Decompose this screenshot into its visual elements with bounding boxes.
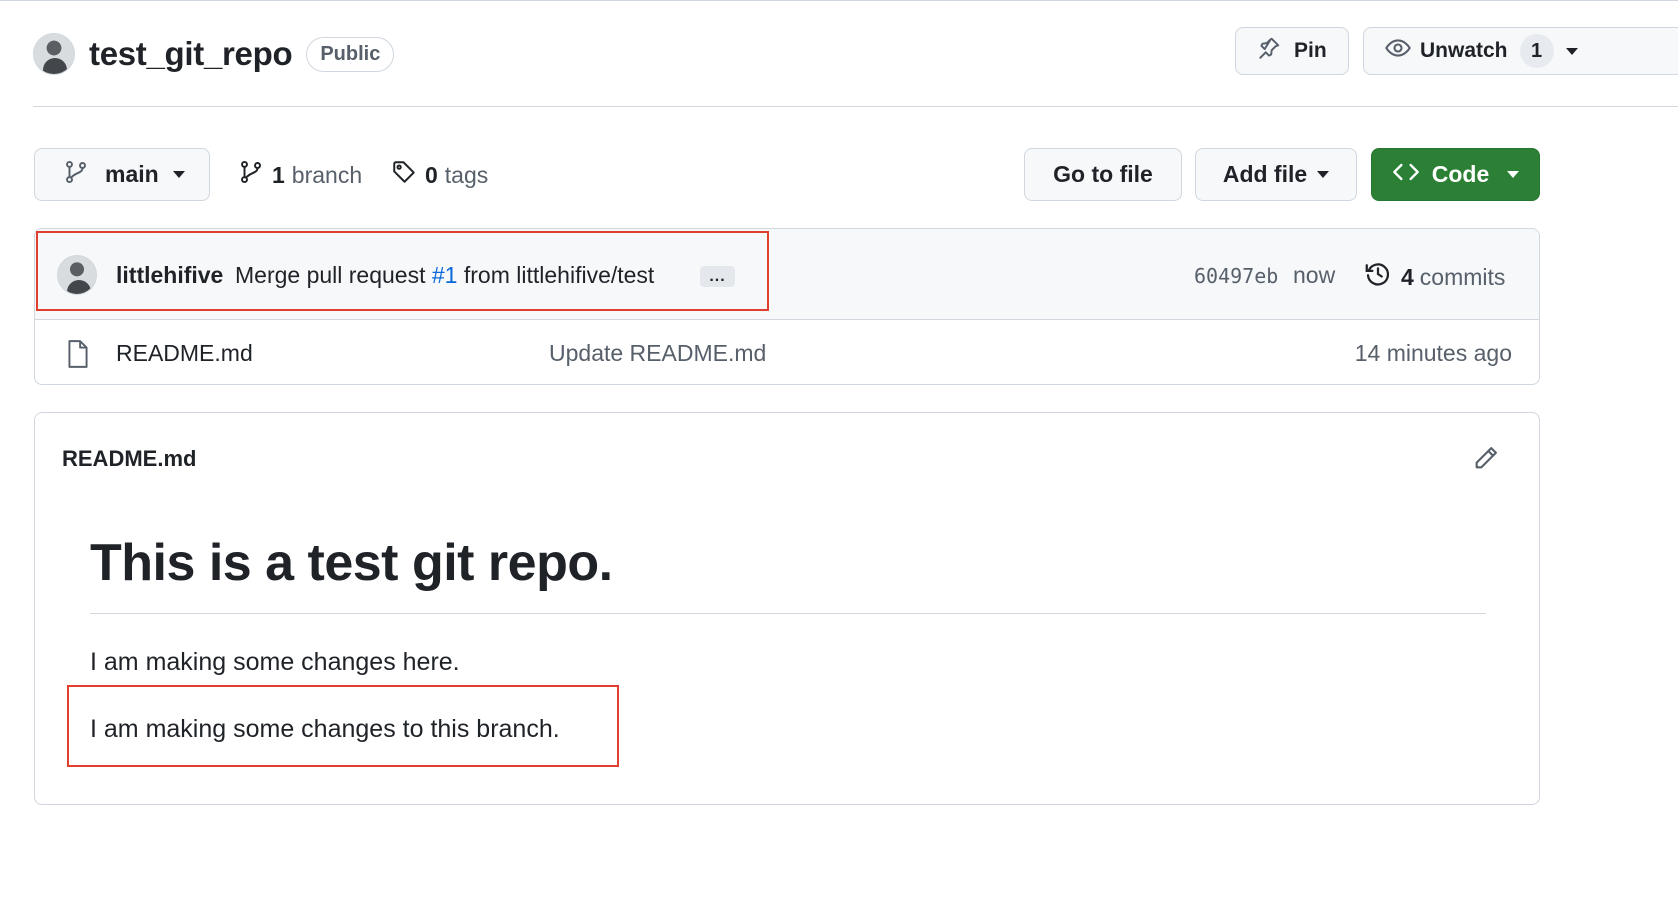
file-browser: littlehifive Merge pull request #1 from …	[34, 228, 1540, 385]
tags-link[interactable]: 0 tags	[391, 158, 488, 192]
current-branch: main	[105, 161, 159, 187]
file-commit-message[interactable]: Update README.md	[549, 340, 766, 367]
chevron-down-icon	[1507, 171, 1520, 178]
go-to-file-label: Go to file	[1053, 161, 1153, 187]
code-icon	[1392, 158, 1420, 192]
commit-message-suffix: from littlehifive/test	[463, 262, 655, 288]
file-age: 14 minutes ago	[1354, 340, 1512, 366]
commit-time: now	[1293, 262, 1336, 288]
commit-count: 4	[1401, 263, 1414, 290]
commit-sha[interactable]: 60497eb	[1194, 264, 1278, 288]
readme-panel: README.md This is a test git repo. I am …	[34, 412, 1540, 805]
branch-label: branch	[291, 161, 363, 188]
branch-count: 1	[272, 161, 285, 188]
top-border	[0, 0, 1678, 1]
pin-icon	[1256, 35, 1282, 67]
commit-author[interactable]: littlehifive	[116, 262, 223, 289]
chevron-down-icon	[1565, 47, 1578, 55]
git-branch-icon	[63, 158, 89, 192]
eye-icon	[1384, 34, 1412, 68]
add-file-button[interactable]: Add file	[1195, 148, 1357, 201]
commits-history-link[interactable]: 4 commits	[1363, 259, 1505, 295]
repo-name[interactable]: test_git_repo	[89, 35, 293, 73]
readme-paragraph: I am making some changes here.	[90, 648, 460, 676]
git-branch-icon	[238, 158, 264, 192]
pin-button[interactable]: Pin	[1235, 27, 1349, 75]
commits-label: commits	[1419, 263, 1506, 290]
visibility-badge: Public	[306, 36, 395, 72]
readme-divider	[90, 613, 1486, 614]
chevron-down-icon	[1317, 171, 1330, 178]
pin-label: Pin	[1294, 39, 1327, 62]
readme-title[interactable]: README.md	[62, 446, 196, 472]
go-to-file-button[interactable]: Go to file	[1024, 148, 1182, 201]
tag-count: 0	[425, 161, 438, 188]
unwatch-button[interactable]: Unwatch 1	[1363, 27, 1678, 75]
commit-author-avatar[interactable]	[57, 255, 97, 295]
unwatch-label: Unwatch	[1420, 39, 1508, 62]
file-name[interactable]: README.md	[116, 340, 253, 367]
chevron-down-icon	[172, 171, 185, 178]
code-label: Code	[1431, 161, 1490, 187]
owner-avatar[interactable]	[33, 33, 75, 75]
commit-message-prefix: Merge pull request	[235, 262, 426, 288]
file-icon	[65, 339, 91, 374]
watch-count: 1	[1519, 34, 1554, 68]
code-button[interactable]: Code	[1371, 148, 1540, 201]
expand-commit-message-button[interactable]: ...	[700, 266, 735, 287]
branch-select-button[interactable]: main	[34, 148, 210, 201]
tag-icon	[391, 158, 417, 192]
tag-label: tags	[444, 161, 489, 188]
repo-header: test_git_repo Public	[33, 30, 395, 78]
file-row[interactable]: README.md Update README.md 14 minutes ag…	[35, 321, 1539, 384]
pencil-icon[interactable]	[1472, 444, 1500, 477]
add-file-label: Add file	[1222, 161, 1308, 187]
latest-commit-bar: littlehifive Merge pull request #1 from …	[35, 229, 1539, 320]
header-divider	[33, 106, 1678, 107]
commit-message[interactable]: Merge pull request #1 from littlehifive/…	[235, 262, 654, 289]
readme-heading: This is a test git repo.	[90, 534, 613, 592]
pull-request-link[interactable]: #1	[432, 262, 458, 288]
readme-paragraph: I am making some changes to this branch.	[90, 715, 560, 743]
branches-link[interactable]: 1 branch	[238, 158, 362, 192]
history-icon	[1363, 259, 1393, 295]
